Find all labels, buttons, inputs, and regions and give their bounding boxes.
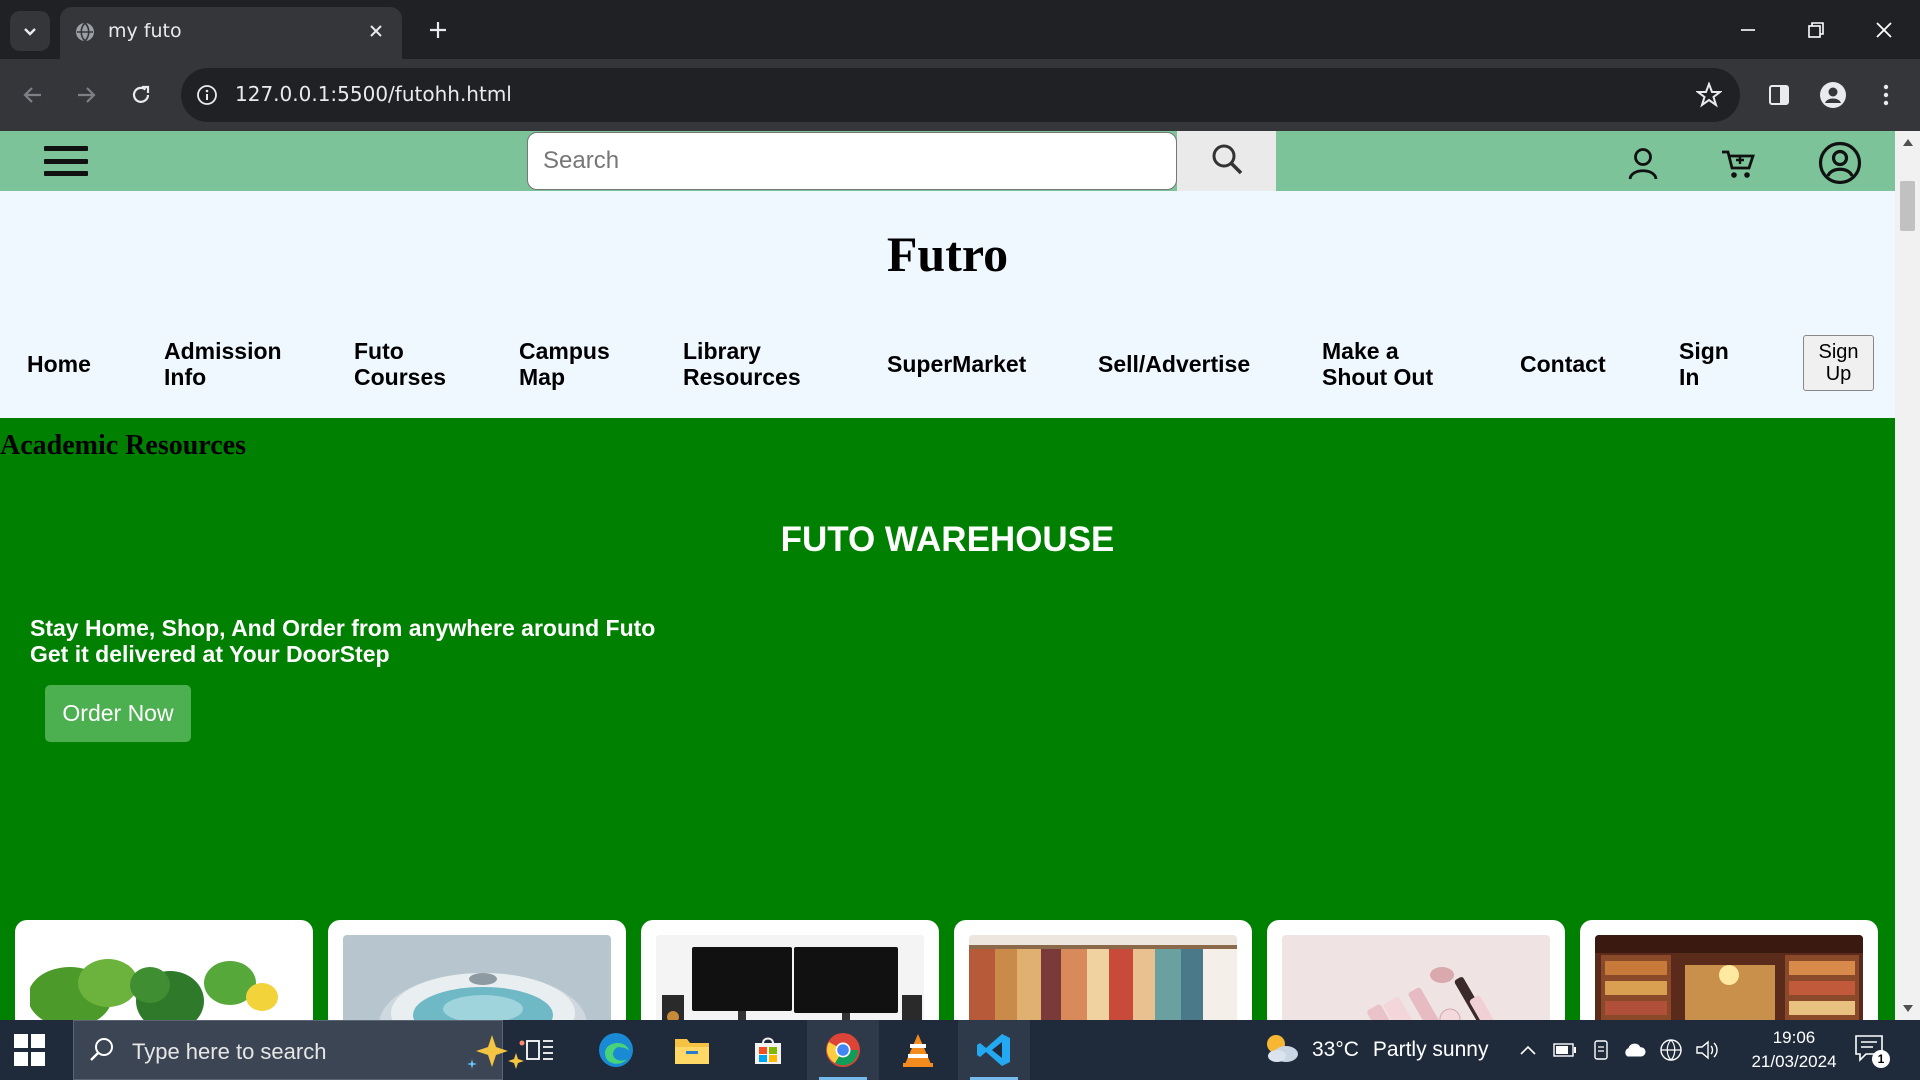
reload-icon[interactable] [121, 75, 161, 115]
site-info-icon[interactable] [193, 81, 221, 109]
weather-temperature: 33°C [1312, 1038, 1359, 1061]
warehouse-section: Academic Resources FUTO WAREHOUSE Stay H… [0, 418, 1895, 1020]
scroll-down-arrow-icon[interactable] [1895, 998, 1920, 1020]
show-hidden-icons-chevron-icon[interactable] [1516, 1038, 1540, 1062]
restore-icon[interactable] [1788, 8, 1844, 52]
profile-icon[interactable] [1813, 75, 1853, 115]
bookshop-image [1595, 935, 1863, 1020]
address-bar[interactable]: 127.0.0.1:5500/futohh.html [181, 68, 1740, 122]
file-explorer-icon[interactable] [656, 1020, 728, 1080]
volume-icon[interactable] [1695, 1038, 1719, 1062]
notification-center-icon[interactable]: 1 [1854, 1034, 1890, 1068]
tagline-line-1: Stay Home, Shop, And Order from anywhere… [30, 615, 656, 641]
search-icon [1210, 142, 1244, 181]
warehouse-title: FUTO WAREHOUSE [780, 520, 1115, 559]
weather-condition: Partly sunny [1372, 1038, 1489, 1061]
close-tab-icon[interactable] [362, 17, 390, 45]
taskbar-search-placeholder: Type here to search [132, 1039, 327, 1064]
browser-toolbar: 127.0.0.1:5500/futohh.html [0, 59, 1920, 131]
clock-date: 21/03/2024 [1751, 1052, 1837, 1071]
partly-sunny-icon [1262, 1032, 1300, 1069]
tab-title: my futo [108, 20, 182, 42]
nav-contact[interactable]: Contact [1520, 351, 1606, 377]
clock-time: 19:06 [1772, 1028, 1816, 1047]
onedrive-cloud-icon[interactable] [1622, 1038, 1646, 1062]
account-circle-icon[interactable] [1818, 141, 1862, 185]
url-text[interactable]: 127.0.0.1:5500/futohh.html [235, 82, 512, 106]
globe-icon [74, 21, 96, 43]
windows-taskbar: Type here to search 33°C Partly sunny 19… [0, 1020, 1920, 1080]
vlc-player-icon[interactable] [882, 1020, 954, 1080]
close-window-icon[interactable] [1856, 8, 1912, 52]
site-header: Futro Home Admission Info Futo Courses C… [0, 191, 1895, 418]
site-top-bar [0, 131, 1895, 191]
sign-up-button[interactable]: Sign Up [1803, 335, 1874, 391]
minimize-icon[interactable] [1720, 8, 1776, 52]
order-now-button[interactable]: Order Now [45, 685, 191, 742]
windows-start-icon[interactable] [14, 1034, 46, 1066]
browser-tab-strip: my futo [0, 0, 1920, 59]
side-panel-icon[interactable] [1759, 75, 1799, 115]
cookware-image [343, 935, 611, 1020]
tab-search-button[interactable] [10, 11, 50, 51]
nav-admission-info[interactable]: Admission Info [164, 338, 294, 390]
cart-icon[interactable] [1716, 141, 1760, 185]
scrollbar-thumb[interactable] [1900, 181, 1915, 231]
site-search-input[interactable] [527, 132, 1177, 190]
category-card[interactable] [1580, 920, 1878, 1020]
edge-browser-icon[interactable] [580, 1020, 652, 1080]
category-card[interactable] [328, 920, 626, 1020]
category-card[interactable] [15, 920, 313, 1020]
nav-make-a-shout-out[interactable]: Make a Shout Out [1322, 338, 1442, 390]
scroll-up-arrow-icon[interactable] [1895, 131, 1920, 153]
forward-arrow-icon[interactable] [66, 75, 106, 115]
notification-count-badge: 1 [1872, 1050, 1890, 1068]
weather-widget[interactable]: 33°C Partly sunny [1262, 1034, 1488, 1066]
taskbar-clock[interactable]: 19:06 21/03/2024 [1744, 1026, 1844, 1074]
computer-monitors-image [656, 935, 924, 1020]
nav-campus-map[interactable]: Campus Map [519, 338, 619, 390]
user-icon[interactable] [1621, 141, 1665, 185]
browser-tab-active[interactable]: my futo [60, 7, 402, 59]
battery-icon[interactable] [1553, 1038, 1577, 1062]
network-globe-icon[interactable] [1659, 1038, 1683, 1062]
taskbar-search-box[interactable]: Type here to search [73, 1020, 525, 1080]
page-content: Futro Home Admission Info Futo Courses C… [0, 131, 1895, 1020]
page-viewport: Futro Home Admission Info Futo Courses C… [0, 131, 1920, 1020]
new-tab-icon[interactable] [422, 14, 454, 46]
nav-futo-courses[interactable]: Futo Courses [354, 338, 454, 390]
more-menu-icon[interactable] [1866, 75, 1906, 115]
chrome-browser-icon[interactable] [807, 1020, 879, 1080]
nav-library-resources[interactable]: Library Resources [683, 338, 808, 390]
bookmark-star-icon[interactable] [1694, 80, 1724, 110]
warehouse-tagline: Stay Home, Shop, And Order from anywhere… [30, 615, 655, 667]
search-icon [88, 1036, 116, 1069]
site-brand-title: Futro [886, 226, 1009, 282]
vegetables-image [30, 935, 298, 1020]
nav-sell-advertise[interactable]: Sell/Advertise [1098, 351, 1250, 377]
academic-resources-heading: Academic Resources [0, 430, 246, 461]
hamburger-menu-icon[interactable] [44, 143, 88, 179]
nav-sign-in[interactable]: Sign In [1679, 338, 1739, 390]
page-scrollbar[interactable] [1895, 131, 1920, 1020]
nav-home[interactable]: Home [27, 351, 117, 377]
category-card[interactable] [954, 920, 1252, 1020]
microsoft-store-icon[interactable] [732, 1020, 804, 1080]
nav-supermarket[interactable]: SuperMarket [887, 351, 1026, 377]
main-navigation: Home Admission Info Futo Courses Campus … [0, 334, 1895, 394]
beauty-products-image [1282, 935, 1550, 1020]
back-arrow-icon[interactable] [13, 75, 53, 115]
category-card[interactable] [1267, 920, 1565, 1020]
tagline-line-2: Get it delivered at Your DoorStep [30, 641, 390, 667]
search-button[interactable] [1177, 131, 1276, 191]
category-card[interactable] [641, 920, 939, 1020]
device-icon[interactable] [1589, 1038, 1613, 1062]
task-view-icon[interactable] [504, 1020, 576, 1080]
clothing-rack-image [969, 935, 1237, 1020]
vscode-icon[interactable] [958, 1020, 1030, 1080]
